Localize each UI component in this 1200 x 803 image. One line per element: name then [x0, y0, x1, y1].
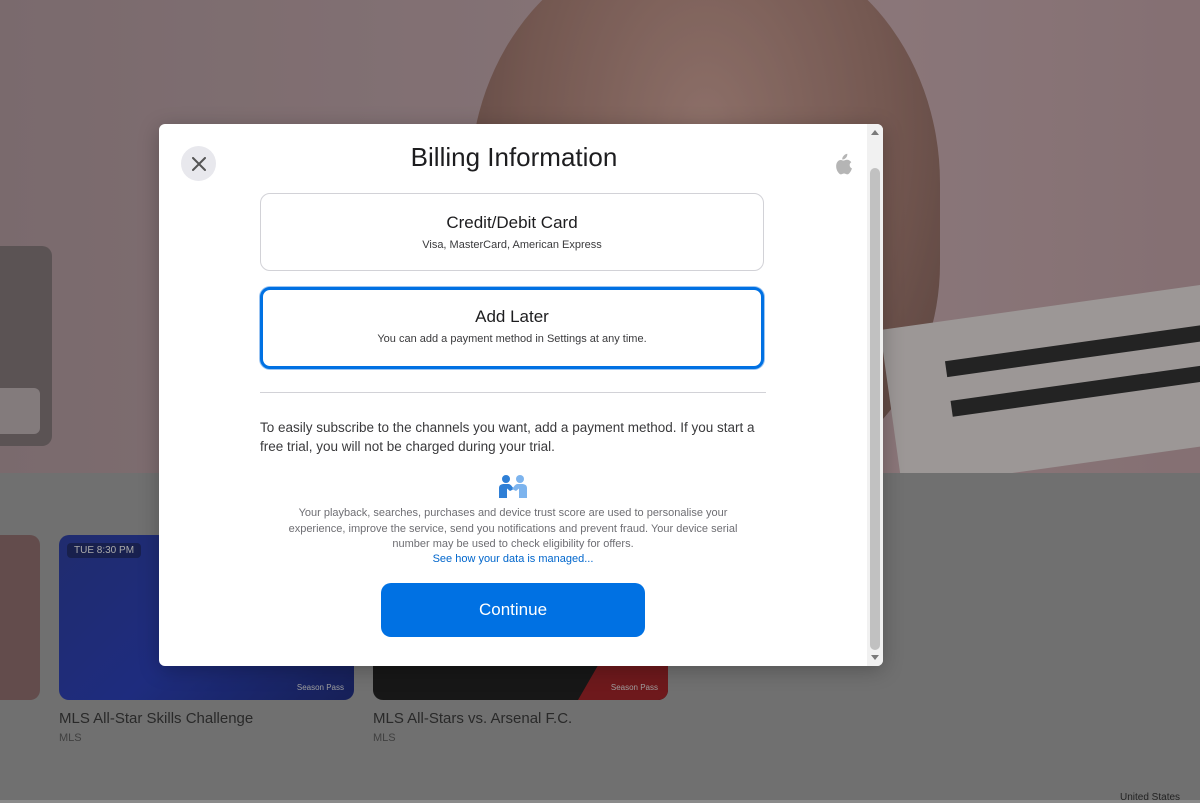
option-title: Credit/Debit Card: [446, 213, 578, 232]
option-subtitle: Visa, MasterCard, American Express: [422, 239, 602, 251]
data-privacy-handshake-icon: [499, 475, 527, 498]
dialog-scrollbar[interactable]: [867, 124, 883, 666]
option-title: Add Later: [475, 307, 549, 326]
scroll-up-arrow-icon[interactable]: [871, 130, 879, 135]
privacy-link[interactable]: See how your data is managed...: [275, 553, 751, 565]
dialog-title: Billing Information: [410, 142, 618, 172]
continue-button[interactable]: Continue: [381, 583, 645, 637]
billing-description: To easily subscribe to the channels you …: [260, 420, 755, 454]
divider: [260, 392, 766, 393]
privacy-notice: Your playback, searches, purchases and d…: [288, 507, 738, 550]
billing-dialog: Billing Information Credit/Debit Card Vi…: [159, 124, 883, 666]
option-subtitle: You can add a payment method in Settings…: [377, 333, 647, 345]
apple-logo-icon: [836, 153, 852, 175]
payment-option-add-later[interactable]: Add Later You can add a payment method i…: [260, 287, 764, 369]
scroll-down-arrow-icon[interactable]: [871, 655, 879, 660]
scroll-thumb[interactable]: [870, 168, 880, 650]
payment-option-card[interactable]: Credit/Debit Card Visa, MasterCard, Amer…: [260, 193, 764, 271]
